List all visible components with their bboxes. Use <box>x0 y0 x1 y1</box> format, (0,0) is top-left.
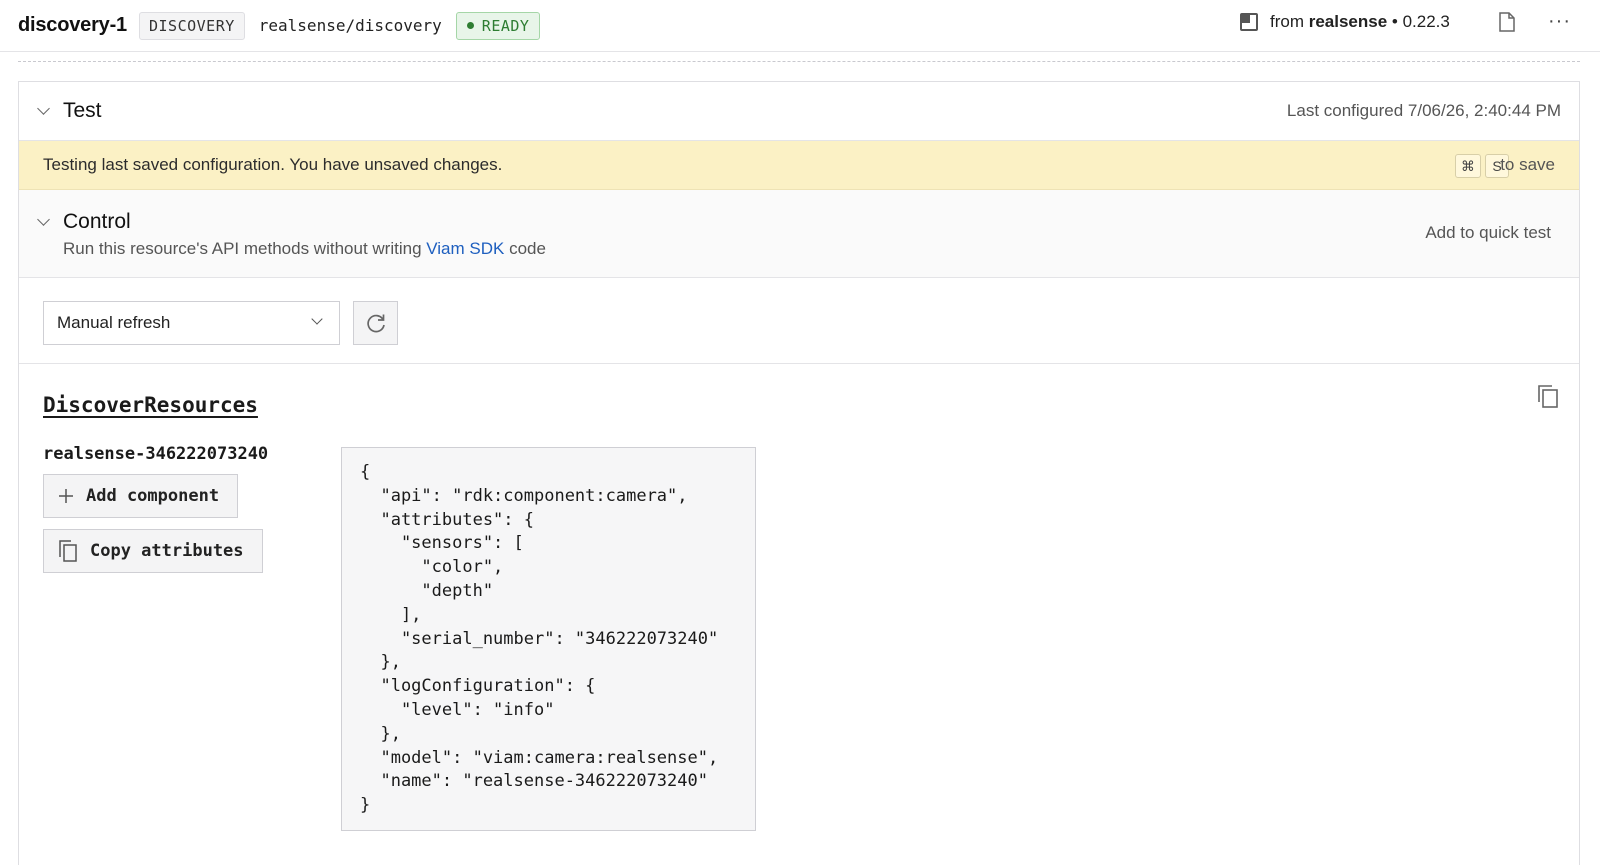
chevron-down-icon <box>311 313 323 325</box>
model-identifier: realsense/discovery <box>258 16 442 35</box>
module-name: realsense <box>1308 12 1388 31</box>
copy-icon[interactable] <box>1537 384 1559 408</box>
discovered-resource-name: realsense-346222073240 <box>43 444 269 464</box>
refresh-button[interactable] <box>353 301 398 345</box>
document-icon[interactable] <box>1498 12 1516 32</box>
copy-attributes-button[interactable]: Copy attributes <box>43 529 263 573</box>
refresh-mode-select[interactable]: Manual refresh <box>43 301 340 345</box>
viam-sdk-link[interactable]: Viam SDK <box>426 239 504 258</box>
command-key: ⌘ <box>1455 154 1481 178</box>
attributes-json-viewer[interactable]: { "api": "rdk:component:camera", "attrib… <box>341 447 756 831</box>
refresh-controls: Manual refresh <box>19 278 1579 364</box>
module-icon <box>1240 13 1258 31</box>
last-configured: Last configured 7/06/26, 2:40:44 PM <box>1286 101 1561 120</box>
test-panel: Test Last configured 7/06/26, 2:40:44 PM… <box>18 81 1580 865</box>
plus-icon <box>58 488 74 504</box>
copy-icon <box>58 540 78 562</box>
add-to-quick-test-button[interactable]: Add to quick test <box>1425 223 1551 243</box>
more-icon[interactable]: ··· <box>1548 11 1571 31</box>
module-source[interactable]: from realsense • 0.22.3 <box>1270 12 1450 32</box>
subtitle-prefix: Run this resource's API methods without … <box>63 239 427 258</box>
unsaved-changes-banner: Testing last saved configuration. You ha… <box>19 141 1579 190</box>
from-prefix: from <box>1270 12 1309 31</box>
attributes-json: { "api": "rdk:component:camera", "attrib… <box>360 462 719 816</box>
status-badge: READY <box>455 11 541 40</box>
method-title: DiscoverResources <box>43 393 258 417</box>
control-subtitle: Run this resource's API methods without … <box>63 239 546 259</box>
save-hint: to save <box>1500 155 1555 174</box>
copy-attributes-label: Copy attributes <box>90 541 244 561</box>
status-dot-icon <box>466 22 474 29</box>
subtitle-suffix: code <box>504 239 546 258</box>
add-component-button[interactable]: Add component <box>43 474 239 518</box>
banner-message: Testing last saved configuration. You ha… <box>43 155 503 174</box>
refresh-mode-value: Manual refresh <box>57 313 171 332</box>
module-version: • 0.22.3 <box>1387 12 1450 31</box>
control-section-header[interactable]: Control Run this resource's API methods … <box>19 190 1579 278</box>
chevron-down-icon[interactable] <box>37 213 50 226</box>
resource-name[interactable]: discovery-1 <box>18 14 127 37</box>
test-section-header[interactable]: Test Last configured 7/06/26, 2:40:44 PM <box>19 82 1579 141</box>
control-title: Control <box>63 210 131 233</box>
refresh-icon <box>367 314 385 333</box>
add-component-label: Add component <box>86 486 220 506</box>
status-label: READY <box>481 16 530 35</box>
divider <box>18 61 1580 62</box>
test-title: Test <box>63 99 102 122</box>
chevron-down-icon[interactable] <box>37 102 50 115</box>
resource-type-chip: DISCOVERY <box>138 11 245 40</box>
